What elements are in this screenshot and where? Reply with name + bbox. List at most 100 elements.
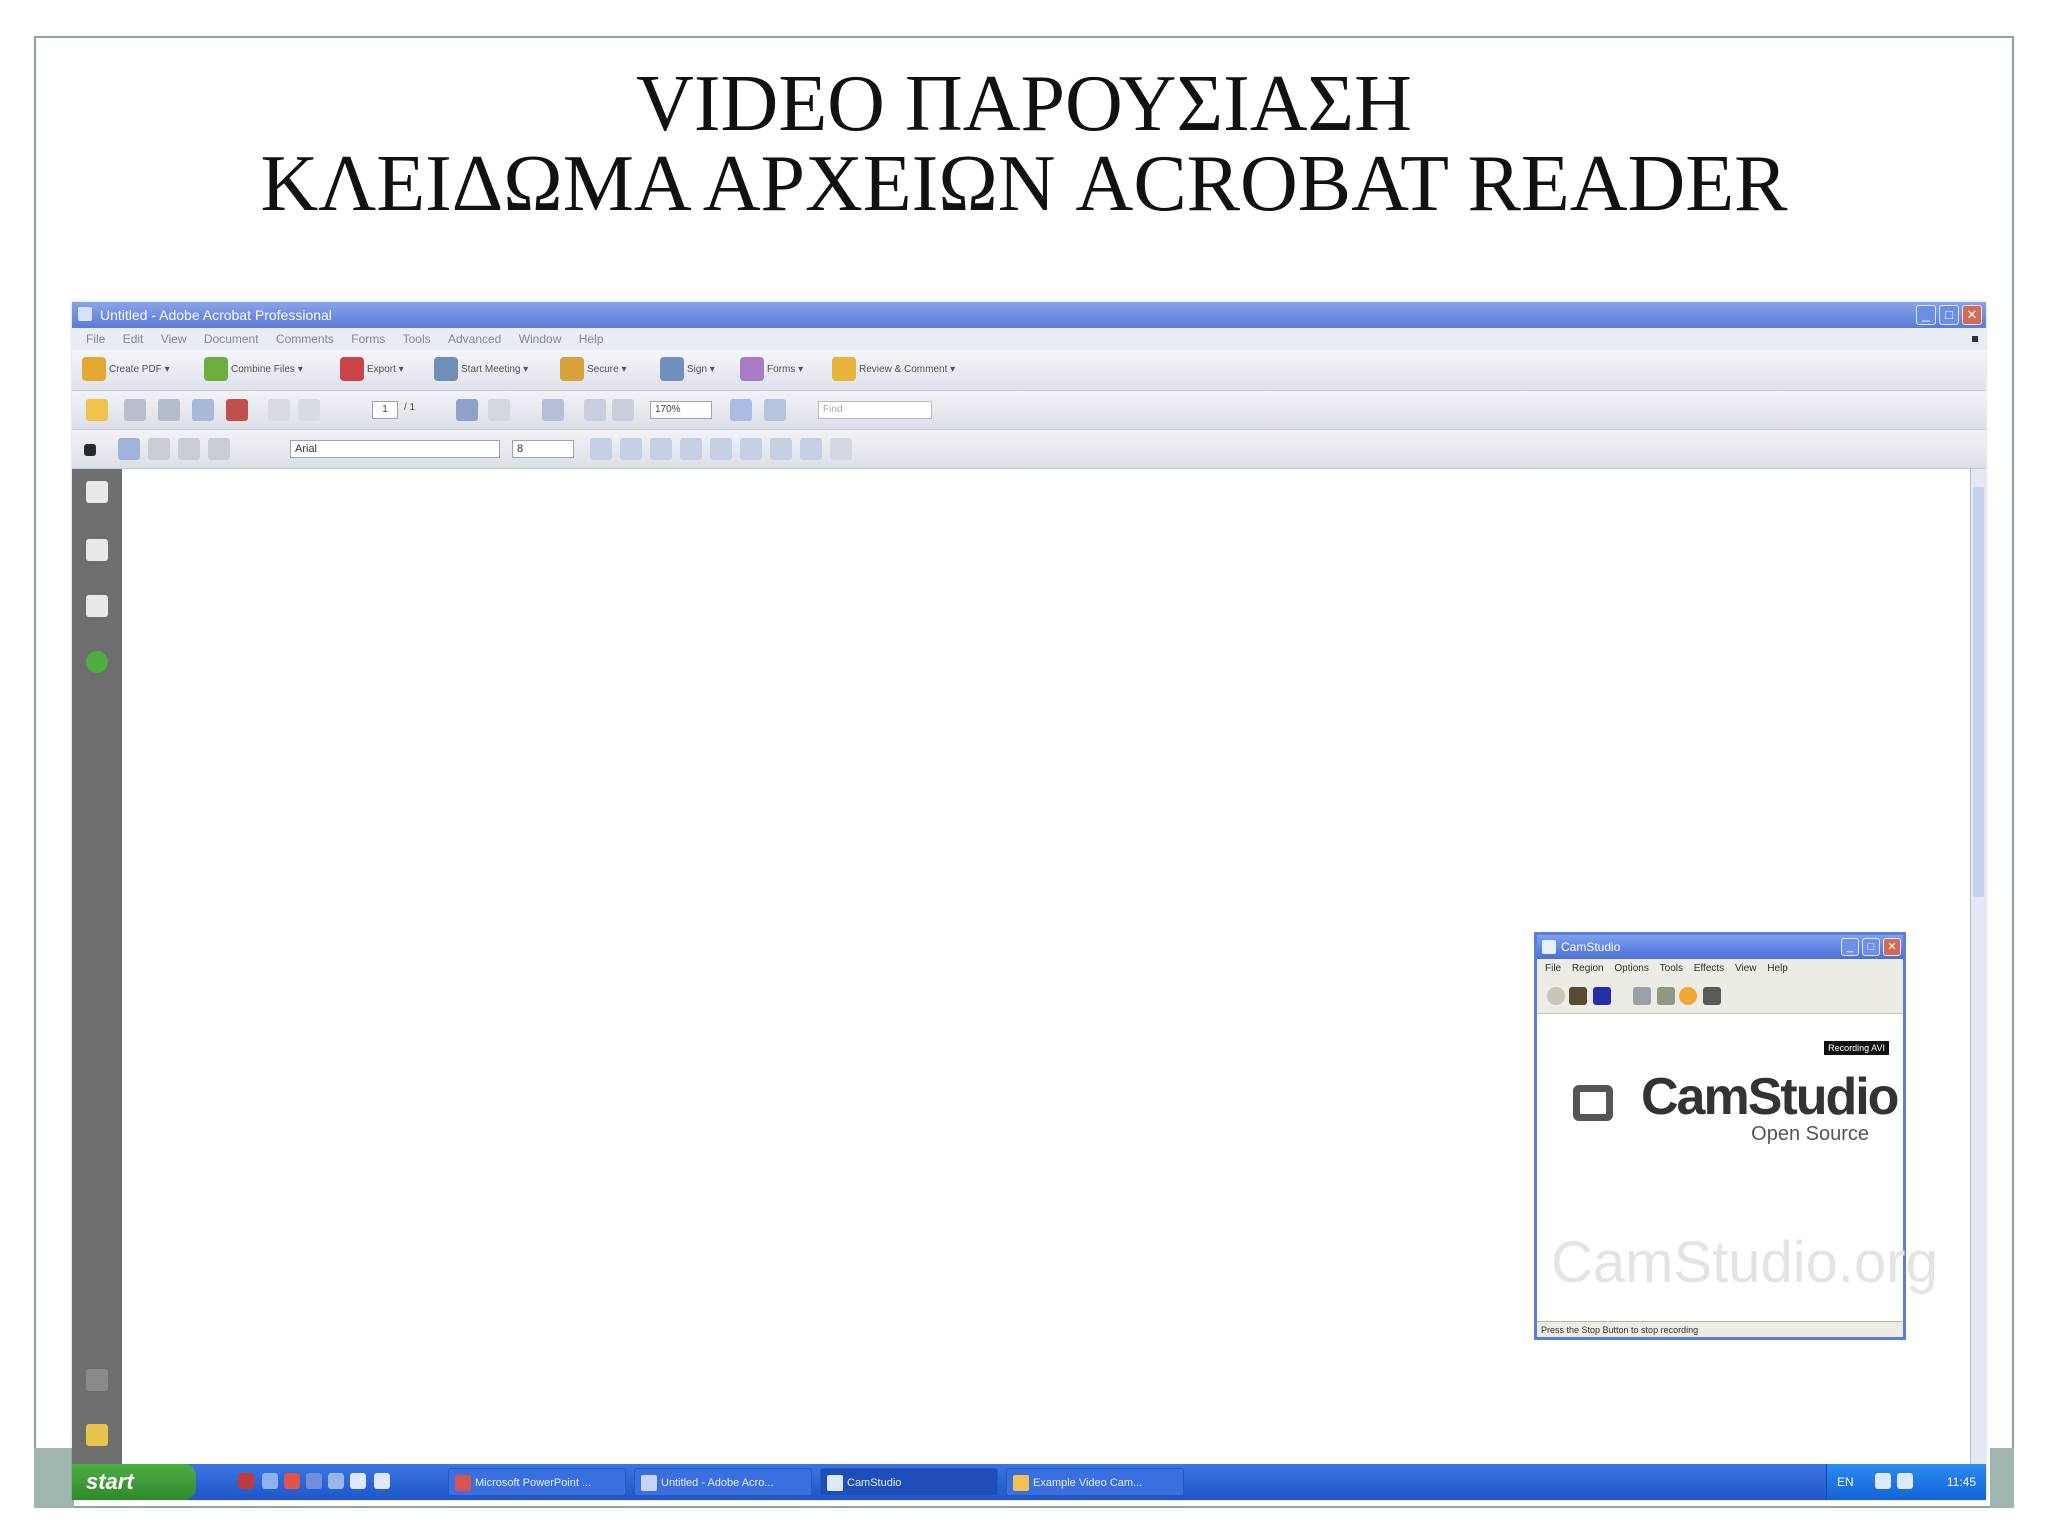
settings-icon[interactable] (1703, 987, 1721, 1005)
cam-menu-region[interactable]: Region (1572, 963, 1604, 974)
cam-menu-help[interactable]: Help (1767, 963, 1788, 974)
menu-comments[interactable]: Comments (276, 332, 334, 346)
taskbar-item-camstudio[interactable]: CamStudio (820, 1468, 998, 1496)
text-color-icon[interactable] (84, 444, 96, 456)
zoom-tool-icon[interactable] (542, 399, 564, 421)
select-tool-icon[interactable] (456, 399, 478, 421)
superscript-icon[interactable] (680, 438, 702, 460)
cam-menu-options[interactable]: Options (1614, 963, 1648, 974)
save-icon[interactable] (158, 399, 180, 421)
menu-document[interactable]: Document (204, 332, 259, 346)
review-comment-button[interactable]: Review & Comment ▾ (832, 356, 955, 384)
menu-tools[interactable]: Tools (403, 332, 431, 346)
find-input[interactable]: Find (818, 401, 932, 419)
create-pdf-button[interactable]: Create PDF ▾ (82, 356, 170, 384)
camstudio-titlebar[interactable]: CamStudio _ □ ✕ (1537, 935, 1903, 959)
scrollbar-thumb[interactable] (1973, 487, 1984, 897)
menu-view[interactable]: View (161, 332, 187, 346)
combine-files-button[interactable]: Combine Files ▾ (204, 356, 303, 384)
vertical-scrollbar[interactable] (1970, 469, 1986, 1464)
layers-panel-icon[interactable] (86, 651, 108, 673)
line-spacing-icon[interactable] (800, 438, 822, 460)
quicklaunch-app2-icon[interactable] (262, 1473, 278, 1489)
export-button[interactable]: Export ▾ (340, 356, 404, 384)
attachments-paperclip-icon[interactable] (86, 1369, 108, 1391)
pages-panel-icon[interactable] (86, 481, 108, 503)
underline-icon[interactable] (650, 438, 672, 460)
taskbar-item-powerpoint[interactable]: Microsoft PowerPoint ... (448, 1468, 626, 1496)
signatures-panel-icon[interactable] (86, 595, 108, 617)
font-family-select[interactable]: Arial (290, 440, 500, 458)
text-scale-icon[interactable] (830, 438, 852, 460)
camstudio-maximize-button[interactable]: □ (1862, 938, 1880, 956)
bookmarks-panel-icon[interactable] (86, 539, 108, 561)
cam-menu-tools[interactable]: Tools (1660, 963, 1683, 974)
zoom-in-icon[interactable] (612, 399, 634, 421)
acrobat-titlebar[interactable]: Untitled - Adobe Acrobat Professional _ … (72, 302, 1986, 328)
justify-icon[interactable] (208, 438, 230, 460)
cam-menu-effects[interactable]: Effects (1694, 963, 1724, 974)
menu-file[interactable]: File (86, 332, 105, 346)
cam-menu-file[interactable]: File (1545, 963, 1561, 974)
char-spacing-icon[interactable] (770, 438, 792, 460)
minimize-button[interactable]: _ (1916, 305, 1936, 325)
quicklaunch-app4-icon[interactable] (306, 1473, 322, 1489)
comments-panel-icon[interactable] (86, 1424, 108, 1446)
audio-icon[interactable] (1679, 987, 1697, 1005)
quicklaunch-app7-icon[interactable] (374, 1473, 390, 1489)
quicklaunch-app3-icon[interactable] (284, 1473, 300, 1489)
align-center-icon[interactable] (148, 438, 170, 460)
menu-edit[interactable]: Edit (123, 332, 144, 346)
strikethrough-icon[interactable] (740, 438, 762, 460)
pause-icon[interactable] (1569, 987, 1587, 1005)
stop-icon[interactable] (1593, 987, 1611, 1005)
quicklaunch-app6-icon[interactable] (350, 1473, 366, 1489)
screen-icon[interactable] (1657, 987, 1675, 1005)
subscript-icon[interactable] (710, 438, 732, 460)
create-pdf-icon (82, 357, 106, 382)
sign-button[interactable]: Sign ▾ (660, 356, 715, 384)
align-right-icon[interactable] (178, 438, 200, 460)
camstudio-close-button[interactable]: ✕ (1883, 938, 1901, 956)
tray-clock[interactable]: 11:45 (1947, 1464, 1976, 1500)
zoom-level-select[interactable]: 170% (650, 401, 712, 419)
hand-tool-icon[interactable] (488, 399, 510, 421)
menu-forms[interactable]: Forms (351, 332, 385, 346)
secure-button[interactable]: Secure ▾ (560, 356, 626, 384)
menu-advanced[interactable]: Advanced (448, 332, 501, 346)
close-button[interactable]: ✕ (1962, 305, 1982, 325)
open-folder-icon[interactable] (86, 399, 108, 421)
cam-menu-view[interactable]: View (1735, 963, 1757, 974)
menu-help[interactable]: Help (579, 332, 604, 346)
menubar-close-doc-icon[interactable] (1972, 336, 1978, 342)
camstudio-minimize-button[interactable]: _ (1841, 938, 1859, 956)
font-size-select[interactable]: 8 (512, 440, 574, 458)
slide-title: VIDEO ΠΑΡΟΥΣΙΑΣΗ ΚΛΕΙΔΩΜΑ ΑΡΧΕΙΩΝ ACROBA… (0, 64, 2048, 224)
print-icon[interactable] (124, 399, 146, 421)
zoom-out-icon[interactable] (584, 399, 606, 421)
quicklaunch-app1-icon[interactable] (238, 1473, 254, 1489)
start-meeting-button[interactable]: Start Meeting ▾ (434, 356, 528, 384)
quicklaunch-app5-icon[interactable] (328, 1473, 344, 1489)
menu-window[interactable]: Window (519, 332, 562, 346)
next-page-icon[interactable] (298, 399, 320, 421)
italic-icon[interactable] (620, 438, 642, 460)
bold-icon[interactable] (590, 438, 612, 460)
fit-page-icon[interactable] (730, 399, 752, 421)
maximize-button[interactable]: □ (1939, 305, 1959, 325)
full-screen-icon[interactable] (764, 399, 786, 421)
email-icon[interactable] (192, 399, 214, 421)
taskbar-item-example[interactable]: Example Video Cam... (1006, 1468, 1184, 1496)
previous-page-icon[interactable] (268, 399, 290, 421)
language-indicator[interactable]: EN (1837, 1464, 1854, 1500)
forms-button[interactable]: Forms ▾ (740, 356, 803, 384)
tray-network-icon[interactable] (1875, 1473, 1891, 1489)
page-number-input[interactable]: 1 (372, 401, 398, 419)
record-icon[interactable] (1547, 987, 1565, 1005)
annotation-icon[interactable] (1633, 987, 1651, 1005)
tray-volume-icon[interactable] (1897, 1473, 1913, 1489)
align-left-icon[interactable] (118, 438, 140, 460)
start-button[interactable]: start (72, 1464, 196, 1500)
organizer-icon[interactable] (226, 399, 248, 421)
taskbar-item-acrobat[interactable]: Untitled - Adobe Acro... (634, 1468, 812, 1496)
